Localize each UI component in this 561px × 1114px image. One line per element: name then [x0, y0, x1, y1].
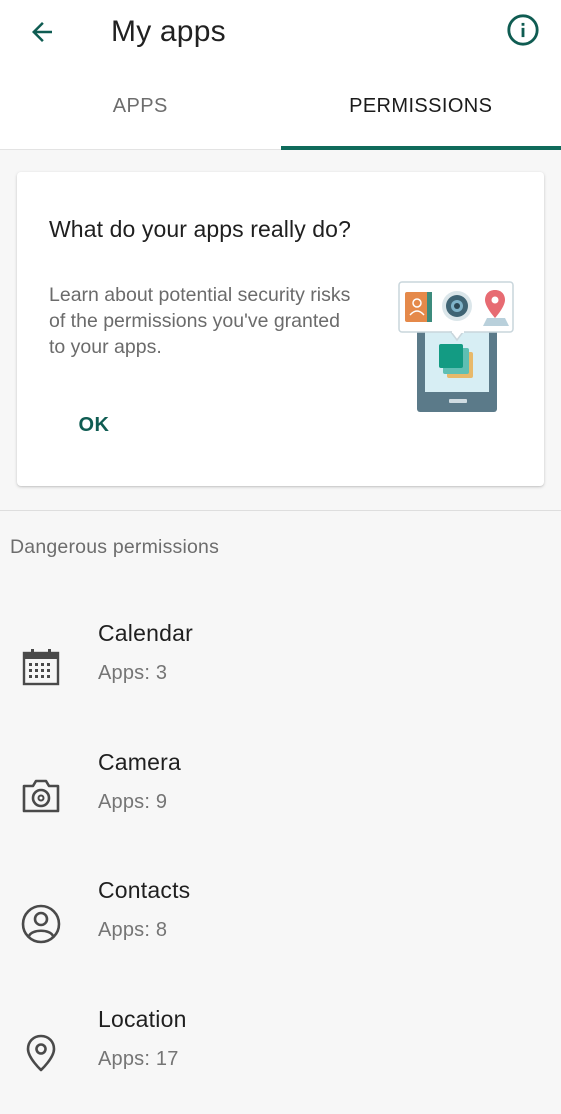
calendar-icon [19, 645, 63, 689]
tab-apps[interactable]: APPS [0, 70, 281, 149]
info-card: What do your apps really do? Learn about… [17, 172, 544, 486]
info-button[interactable] [499, 6, 547, 54]
permission-name: Camera [98, 749, 181, 776]
arrow-back-icon [27, 17, 57, 47]
camera-icon [19, 774, 63, 818]
info-icon [506, 13, 540, 47]
card-body: Learn about potential security risks of … [49, 282, 359, 360]
card-title: What do your apps really do? [49, 216, 351, 243]
permission-item-camera[interactable]: Camera Apps: 9 [0, 747, 561, 857]
permission-app-count: Apps: 3 [98, 662, 167, 685]
permission-app-count: Apps: 8 [98, 919, 167, 942]
ok-button[interactable]: OK [69, 405, 119, 445]
permission-name: Location [98, 1006, 187, 1033]
tab-active-indicator [281, 146, 561, 150]
permission-name: Calendar [98, 620, 193, 647]
permission-app-count: Apps: 9 [98, 791, 167, 814]
tab-apps-label: APPS [113, 95, 168, 118]
permission-item-location[interactable]: Location Apps: 17 [0, 1004, 561, 1114]
permission-name: Contacts [98, 877, 190, 904]
permission-item-contacts[interactable]: Contacts Apps: 8 [0, 875, 561, 985]
permission-item-calendar[interactable]: Calendar Apps: 3 [0, 618, 561, 728]
tab-permissions-label: PERMISSIONS [349, 95, 492, 118]
app-bar: My apps [0, 0, 561, 70]
permission-app-count: Apps: 17 [98, 1048, 179, 1071]
location-icon [19, 1031, 63, 1075]
tab-bar: APPS PERMISSIONS [0, 70, 561, 150]
section-divider [0, 510, 561, 511]
back-button[interactable] [18, 8, 66, 56]
tab-permissions[interactable]: PERMISSIONS [281, 70, 561, 149]
phone-permissions-illustration [397, 280, 517, 416]
contacts-icon [19, 902, 63, 946]
section-header: Dangerous permissions [10, 536, 219, 559]
page-title: My apps [111, 12, 226, 52]
